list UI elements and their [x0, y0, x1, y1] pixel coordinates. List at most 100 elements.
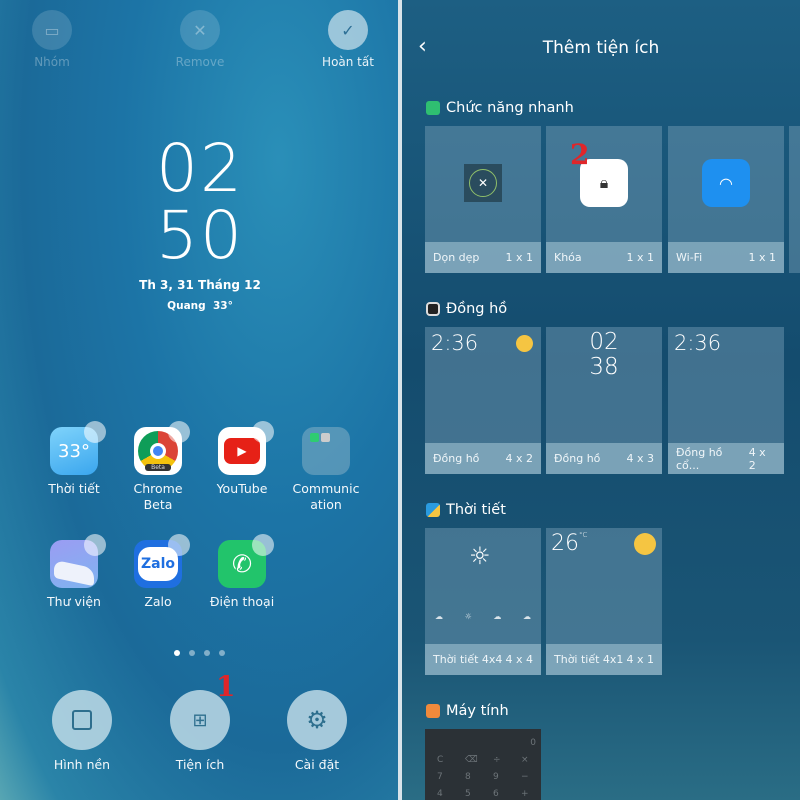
calc-key: C — [437, 755, 444, 765]
widget-calculator[interactable]: 0 C ⌫ ÷ × 7 8 9 − 4 5 6 + — [425, 729, 541, 800]
app-label: Thư viện — [47, 594, 101, 609]
clock-app-icon — [426, 302, 440, 316]
remove-label: Remove — [175, 55, 225, 69]
select-indicator[interactable] — [168, 421, 190, 443]
calc-key: − — [521, 772, 529, 782]
section-title: Đồng hồ — [446, 301, 508, 317]
widget-name: Thời tiết 4x1 — [554, 653, 624, 666]
section-quick-functions: Chức năng nhanh — [426, 100, 574, 116]
clock-preview-minute: 38 — [589, 354, 619, 380]
section-calculator: Máy tính — [426, 703, 509, 719]
weather-app-icon: 33° — [50, 421, 106, 475]
widget-size: 4 x 2 — [505, 452, 534, 465]
select-indicator[interactable] — [84, 421, 106, 443]
folder-icon: ▭ — [44, 20, 60, 40]
calc-key: × — [521, 755, 529, 765]
settings-label: Cài đặt — [294, 757, 340, 772]
wallpaper-label: Hình nền — [53, 757, 111, 772]
page-dot[interactable] — [189, 650, 195, 656]
calc-key: ÷ — [493, 755, 501, 765]
widget-weather-4x4[interactable]: ☼ ☁ ☼ ☁ ☁ Thời tiết 4x4 4 x 4 — [425, 528, 541, 675]
calc-key: ⌫ — [465, 755, 478, 765]
beta-badge: Beta — [145, 464, 171, 471]
group-label: Nhóm — [34, 55, 70, 69]
calc-key: 5 — [465, 789, 471, 799]
app-label: Communic ation — [292, 481, 360, 512]
widget-name: Đồng hồ — [433, 452, 480, 465]
clock-weather: Quang 33° — [167, 300, 233, 312]
widgets-icon: ⊞ — [192, 709, 208, 731]
home-screen-edit: ▭ Nhóm ✕ Remove ✓ Hoàn tất 02 50 Th 3, 3… — [0, 0, 398, 800]
cleanup-icon: ✕ — [464, 164, 502, 202]
widget-size: 1 x 1 — [505, 251, 534, 264]
widget-name: Đồng hồ — [554, 452, 601, 465]
calc-key: 6 — [493, 789, 499, 799]
wallpaper-button[interactable] — [52, 690, 112, 750]
widget-size: 1 x 1 — [748, 251, 777, 264]
app-gallery[interactable]: Thư viện — [32, 534, 116, 610]
app-label: Chrome Beta — [133, 481, 183, 512]
app-zalo[interactable]: Zalo Zalo — [116, 534, 200, 610]
widget-size: 4 x 2 — [748, 445, 766, 472]
sun-icon — [516, 335, 533, 352]
group-button[interactable]: ▭ — [32, 10, 72, 50]
app-weather[interactable]: 33° Thời tiết — [32, 421, 116, 497]
section-weather: Thời tiết — [426, 502, 506, 518]
widget-size: 4 x 1 — [626, 653, 655, 666]
forecast-icons: ☁ ☼ ☁ ☁ — [435, 612, 531, 621]
page-dot[interactable] — [204, 650, 210, 656]
section-title: Chức năng nhanh — [446, 100, 574, 116]
select-indicator[interactable] — [168, 534, 190, 556]
widget-wifi[interactable]: ◠ Wi-Fi 1 x 1 — [668, 126, 784, 273]
widget-clock-classic[interactable]: 2:36 Đồng hồ cổ... 4 x 2 — [668, 327, 784, 474]
select-indicator[interactable] — [252, 421, 274, 443]
app-label: Điện thoại — [209, 594, 275, 609]
annotation-1: 1 — [216, 670, 236, 703]
weather-temp: 33° — [58, 440, 90, 462]
remove-button[interactable]: ✕ — [180, 10, 220, 50]
calc-key: + — [521, 789, 529, 799]
folder-icon — [302, 427, 350, 475]
page-dot[interactable] — [219, 650, 225, 656]
clock-hour: 02 — [156, 130, 244, 207]
done-label: Hoàn tất — [322, 55, 374, 69]
widget-lock[interactable]: 🔒︎ Khóa 1 x 1 — [546, 126, 662, 273]
gallery-icon — [50, 534, 106, 588]
close-icon: ✕ — [193, 20, 207, 40]
app-youtube[interactable]: ▶ YouTube — [200, 421, 284, 497]
widget-name: Wi-Fi — [676, 251, 703, 264]
select-indicator[interactable] — [252, 534, 274, 556]
section-clock: Đồng hồ — [426, 301, 507, 317]
quick-functions-icon — [426, 101, 440, 115]
annotation-2: 2 — [570, 138, 590, 171]
add-widget-screen: ‹ Thêm tiện ích Chức năng nhanh ✕ Dọn dẹ… — [402, 0, 800, 800]
select-indicator[interactable] — [84, 534, 106, 556]
folder-communication[interactable]: Communic ation — [284, 427, 368, 513]
clock-date: Th 3, 31 Tháng 12 — [139, 278, 261, 292]
widget-name: Khóa — [554, 251, 582, 264]
app-phone[interactable]: ✆ Điện thoại — [200, 534, 284, 610]
widget-size: 4 x 3 — [626, 452, 655, 465]
settings-button[interactable]: ⚙ — [287, 690, 347, 750]
app-chrome-beta[interactable]: Beta Chrome Beta — [116, 421, 200, 513]
gear-icon: ⚙ — [306, 706, 328, 734]
widget-partial[interactable] — [789, 126, 800, 273]
page-title: Thêm tiện ích — [542, 38, 660, 58]
sun-icon — [634, 533, 656, 555]
phone-icon: ✆ — [218, 534, 274, 588]
page-dot-active[interactable] — [174, 650, 180, 656]
widget-size: 4 x 4 — [505, 653, 534, 666]
widget-name: Dọn dẹp — [433, 251, 480, 264]
widget-clock-4x3[interactable]: 02 38 Đồng hồ 4 x 3 — [546, 327, 662, 474]
done-button[interactable]: ✓ — [328, 10, 368, 50]
widget-cleanup[interactable]: ✕ Dọn dẹp 1 x 1 — [425, 126, 541, 273]
wallpaper-icon — [72, 710, 92, 730]
chrome-beta-icon: Beta — [134, 421, 190, 475]
calc-key: 7 — [437, 772, 443, 782]
clock-preview-hour: 02 — [589, 329, 619, 355]
check-icon: ✓ — [341, 20, 355, 40]
widget-clock-4x2[interactable]: 2:36 Đồng hồ 4 x 2 — [425, 327, 541, 474]
youtube-icon: ▶ — [218, 421, 274, 475]
weather-app-icon — [426, 503, 440, 517]
widget-weather-4x1[interactable]: 26°C Thời tiết 4x1 4 x 1 — [546, 528, 662, 675]
